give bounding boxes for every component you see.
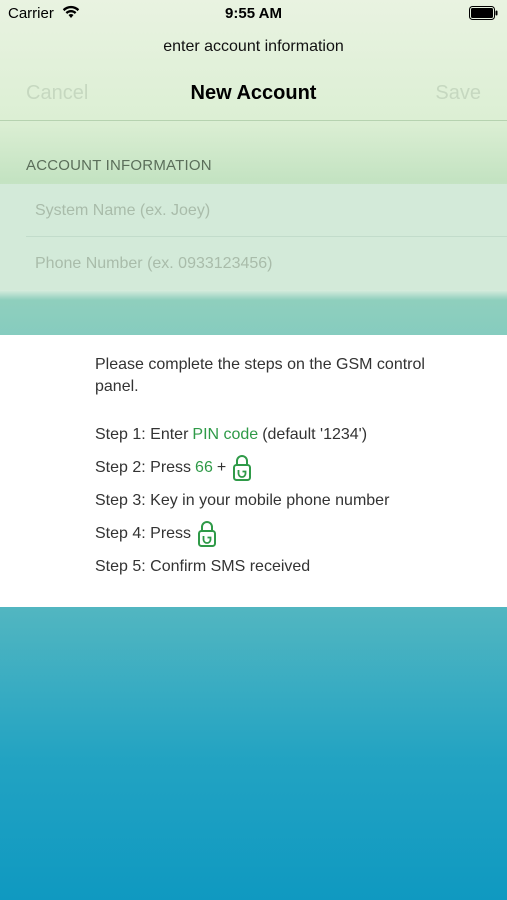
- step-5: Step 5: Confirm SMS received: [95, 558, 311, 575]
- phone-number-input[interactable]: [0, 237, 507, 290]
- lock-key-icon: [233, 455, 252, 481]
- step-1: Step 1: Enter PIN code (default '1234'): [95, 420, 367, 450]
- step-1-suffix: (default '1234'): [262, 426, 368, 443]
- step-4: Step 4: Press: [95, 519, 217, 549]
- page-title: New Account: [190, 82, 317, 104]
- plus-sign: +: [216, 459, 227, 476]
- instructions-panel: Please complete the steps on the GSM con…: [0, 335, 507, 607]
- instructions-intro: Please complete the steps on the GSM con…: [95, 356, 425, 395]
- section-header-account-information: ACCOUNT INFORMATION: [26, 157, 212, 174]
- save-button[interactable]: Save: [435, 82, 481, 105]
- step-3: Step 3: Key in your mobile phone number: [95, 492, 390, 509]
- battery-icon: [469, 6, 498, 20]
- step-1-prefix: Step 1: Enter: [95, 426, 189, 443]
- account-form: [0, 184, 507, 290]
- nav-prompt: enter account information: [163, 38, 344, 55]
- status-bar: Carrier 9:55 AM: [0, 0, 507, 26]
- clock-time: 9:55 AM: [225, 5, 282, 22]
- navigation-bar: Cancel New Account Save: [0, 68, 507, 120]
- step-2: Step 2: Press 66 +: [95, 453, 252, 483]
- nav-divider: [0, 120, 507, 121]
- pin-code-highlight: PIN code: [192, 426, 259, 443]
- step-2-prefix: Step 2: Press: [95, 459, 192, 476]
- system-name-input[interactable]: [0, 184, 507, 237]
- step-4-prefix: Step 4: Press: [95, 525, 192, 542]
- lock-key-icon: [198, 521, 217, 547]
- code-66-highlight: 66: [195, 459, 213, 476]
